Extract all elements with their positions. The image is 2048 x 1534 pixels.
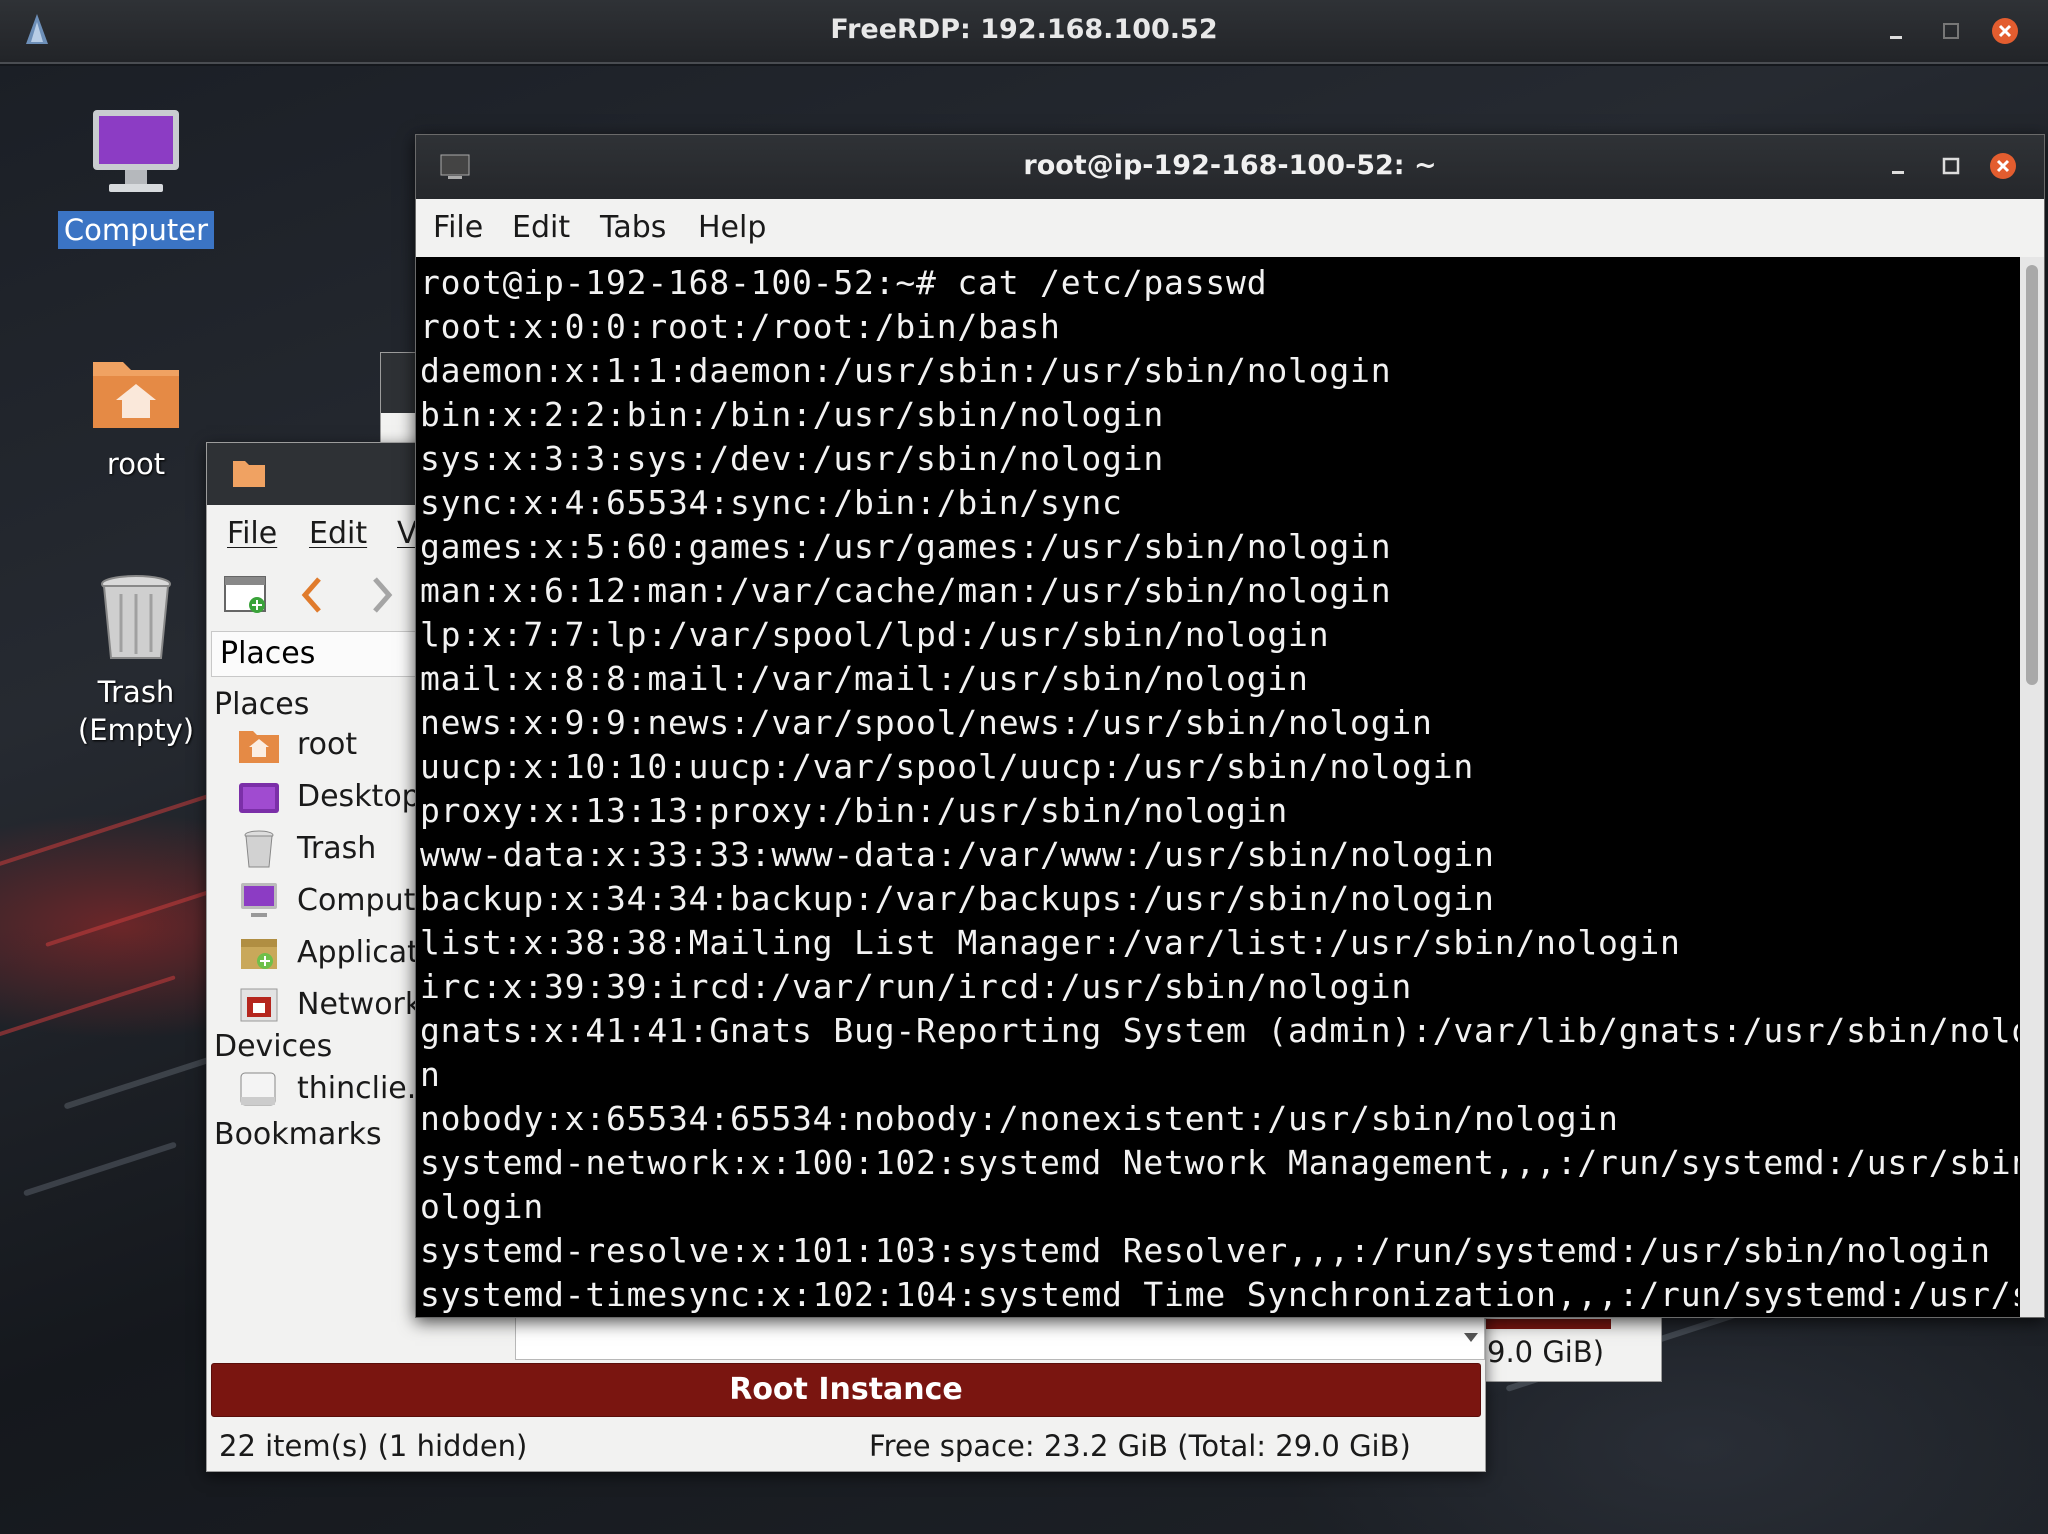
sidebar-item-label: root: [297, 727, 358, 762]
desktop-icon-label: root: [106, 447, 166, 481]
path-combobox[interactable]: [515, 1316, 1485, 1360]
sidebar-item-label: Comput: [297, 883, 416, 918]
terminal-line: systemd-network:x:100:102:systemd Networ…: [420, 1143, 2018, 1182]
terminal-menubar: File Edit Tabs Help: [416, 199, 2044, 257]
drive-icon: [240, 1072, 276, 1106]
trash-icon: [101, 575, 171, 659]
desktop-icon: [239, 783, 279, 813]
chevron-down-icon[interactable]: [1464, 1333, 1478, 1342]
terminal-line: proxy:x:13:13:proxy:/bin:/usr/sbin/nolog…: [420, 791, 1289, 830]
back-icon[interactable]: [297, 575, 327, 619]
menu-tabs[interactable]: Tabs: [600, 210, 666, 245]
status-free-space: Free space: 23.2 GiB (Total: 29.0 GiB): [869, 1429, 1411, 1463]
sidebar-item-label: Trash: [297, 831, 377, 866]
menu-help[interactable]: Help: [698, 210, 766, 245]
terminal-line: backup:x:34:34:backup:/var/backups:/usr/…: [420, 879, 1495, 918]
sidebar-section-bookmarks: Bookmarks: [214, 1117, 382, 1152]
terminal-line: games:x:5:60:games:/usr/games:/usr/sbin/…: [420, 527, 1392, 566]
folder-icon: [231, 457, 267, 493]
terminal-line: mail:x:8:8:mail:/var/mail:/usr/sbin/nolo…: [420, 659, 1309, 698]
terminal-scrollbar[interactable]: [2020, 257, 2044, 1317]
sidebar-section-devices: Devices: [214, 1029, 333, 1064]
menu-edit[interactable]: Edit: [309, 516, 367, 551]
computer-icon: [241, 883, 277, 917]
terminal-line: man:x:6:12:man:/var/cache/man:/usr/sbin/…: [420, 571, 1392, 610]
terminal-line: systemd-timesync:x:102:104:systemd Time …: [420, 1275, 2018, 1314]
forward-icon[interactable]: [367, 575, 397, 619]
terminal-line: www-data:x:33:33:www-data:/var/www:/usr/…: [420, 835, 1495, 874]
terminal-window[interactable]: root@ip-192-168-100-52: ~ File Edit Tabs…: [415, 134, 2045, 1318]
minimize-icon[interactable]: [1884, 151, 1914, 181]
desktop: Computer root Trash (Empty) 9.0 GiB) Fil…: [0, 66, 2048, 1534]
terminal-line: sys:x:3:3:sys:/dev:/usr/sbin/nologin: [420, 439, 1165, 478]
terminal-line: uucp:x:10:10:uucp:/var/spool/uucp:/usr/s…: [420, 747, 1475, 786]
terminal-title: root@ip-192-168-100-52: ~: [1023, 150, 1437, 181]
terminal-line: root@ip-192-168-100-52:~# cat /etc/passw…: [420, 263, 1268, 302]
desktop-icon-label: Trash: [97, 675, 175, 709]
status-item-count: 22 item(s) (1 hidden): [219, 1429, 528, 1463]
sidebar-item-label: Applicat: [297, 935, 419, 970]
terminal-line: systemd-resolve:x:101:103:systemd Resolv…: [420, 1231, 1991, 1270]
terminal-line: bin:x:2:2:bin:/bin:/usr/sbin/nologin: [420, 395, 1165, 434]
file-manager-statusbar: 22 item(s) (1 hidden) Free space: 23.2 G…: [207, 1421, 1485, 1471]
terminal-line: gnats:x:41:41:Gnats Bug-Reporting System…: [420, 1011, 2018, 1050]
scrollbar-thumb[interactable]: [2026, 265, 2038, 685]
sidebar-item-label: Network: [297, 987, 423, 1022]
desktop-computer-icon[interactable]: Computer: [51, 104, 221, 249]
minimize-icon[interactable]: [1882, 16, 1912, 46]
network-icon: [240, 988, 278, 1022]
menu-file[interactable]: File: [433, 210, 483, 245]
trash-icon: [244, 830, 274, 868]
root-instance-banner: Root Instance: [211, 1363, 1481, 1417]
close-icon[interactable]: [1988, 151, 2018, 181]
terminal-line: news:x:9:9:news:/var/spool/news:/usr/sbi…: [420, 703, 1433, 742]
terminal-output[interactable]: root@ip-192-168-100-52:~# cat /etc/passw…: [420, 261, 2018, 1315]
new-window-icon[interactable]: [223, 573, 269, 621]
terminal-line: irc:x:39:39:ircd:/var/run/ircd:/usr/sbin…: [420, 967, 1413, 1006]
applications-icon: [241, 939, 277, 969]
terminal-line: sync:x:4:65534:sync:/bin:/bin/sync: [420, 483, 1123, 522]
desktop-icon-label: Computer: [57, 211, 215, 249]
desktop-root-folder[interactable]: root: [51, 348, 221, 483]
root-banner-background: [1481, 1319, 1611, 1329]
terminal-line: root:x:0:0:root:/root:/bin/bash: [420, 307, 1061, 346]
menu-file[interactable]: File: [227, 516, 277, 551]
close-icon[interactable]: [1990, 16, 2020, 46]
terminal-line: ologin: [420, 1187, 545, 1226]
sidebar-section-places: Places: [214, 687, 310, 722]
terminal-line: nobody:x:65534:65534:nobody:/nonexistent…: [420, 1099, 1619, 1138]
terminal-line: lp:x:7:7:lp:/var/spool/lpd:/usr/sbin/nol…: [420, 615, 1330, 654]
terminal-line: n: [420, 1055, 441, 1094]
desktop-trash-icon[interactable]: Trash (Empty): [51, 570, 221, 749]
terminal-line: daemon:x:1:1:daemon:/usr/sbin:/usr/sbin/…: [420, 351, 1392, 390]
status-free-space-background: 9.0 GiB): [1487, 1335, 1605, 1369]
menu-edit[interactable]: Edit: [512, 210, 570, 245]
rdp-titlebar: FreeRDP: 192.168.100.52: [0, 0, 2048, 64]
maximize-icon[interactable]: [1936, 151, 1966, 181]
home-folder-icon: [239, 731, 279, 763]
computer-icon: [93, 110, 179, 192]
terminal-titlebar[interactable]: root@ip-192-168-100-52: ~: [416, 135, 2044, 199]
maximize-icon[interactable]: [1936, 16, 1966, 46]
home-folder-icon: [93, 362, 179, 428]
terminal-line: list:x:38:38:Mailing List Manager:/var/l…: [420, 923, 1681, 962]
desktop-icon-sublabel: (Empty): [77, 713, 195, 747]
window-title: FreeRDP: 192.168.100.52: [830, 14, 1218, 45]
sidebar-mode-selector[interactable]: Places: [211, 631, 441, 677]
sidebar-item-label: Desktop: [297, 779, 421, 814]
